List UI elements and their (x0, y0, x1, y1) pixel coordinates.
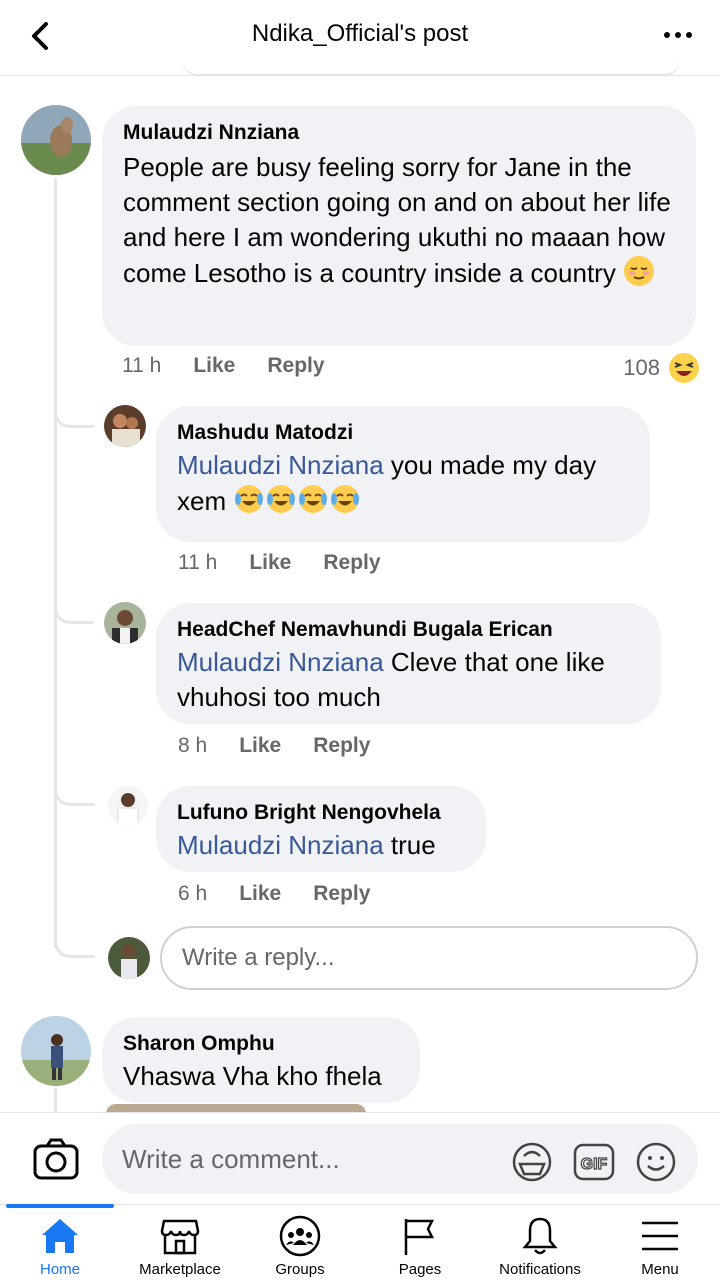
reply-button[interactable]: Reply (323, 551, 380, 575)
reaction-count-number: 108 (623, 355, 660, 380)
marketplace-icon (160, 1219, 200, 1255)
nav-label: Marketplace (139, 1261, 221, 1278)
comment-placeholder: Write a comment... (122, 1143, 340, 1174)
avatar[interactable] (21, 105, 91, 175)
more-options-icon[interactable] (658, 22, 698, 48)
comment-meta: 11 h Like Reply (122, 354, 325, 378)
avatar[interactable] (104, 405, 146, 447)
bell-icon (522, 1217, 558, 1255)
tears-of-joy-icon (331, 485, 360, 513)
like-button[interactable]: Like (249, 551, 291, 575)
thread-line (54, 178, 57, 948)
reply-author[interactable]: Lufuno Bright Nengovhela (177, 800, 465, 826)
comment-bubble[interactable]: Sharon Omphu Vhaswa Vha kho fhela (102, 1017, 420, 1103)
relieved-face-icon (624, 256, 655, 286)
bottom-navigation: Home Marketplace Groups Pages Notificati… (0, 1204, 720, 1280)
laughing-face-icon (669, 353, 699, 383)
comment-author[interactable]: Mulaudzi Nnziana (123, 120, 675, 146)
mention-link[interactable]: Mulaudzi Nnziana (177, 830, 384, 860)
home-icon (42, 1219, 78, 1253)
groups-icon (279, 1215, 321, 1257)
comment-composer: Write a comment... GIF (0, 1112, 720, 1204)
reply-button[interactable]: Reply (313, 734, 370, 758)
comment-text: Vhaswa Vha kho fhela (123, 1061, 382, 1091)
mention-link[interactable]: Mulaudzi Nnziana (177, 647, 384, 677)
reply-meta: 8 h Like Reply (178, 734, 370, 758)
reply-button[interactable]: Reply (267, 354, 324, 378)
comment-bubble[interactable]: Mulaudzi Nnziana People are busy feeling… (102, 106, 696, 346)
nav-menu[interactable]: Menu (600, 1205, 720, 1280)
thread-connector (54, 932, 94, 958)
previous-comment-edge (182, 60, 680, 76)
nav-label: Notifications (499, 1261, 581, 1278)
menu-icon (642, 1221, 678, 1251)
emoji-icon[interactable] (634, 1140, 678, 1184)
nav-notifications[interactable]: Notifications (480, 1205, 600, 1280)
reaction-count[interactable]: 108 (623, 352, 700, 384)
comment-time: 11 h (122, 354, 162, 377)
reply-author[interactable]: Mashudu Matodzi (177, 420, 629, 446)
comment-input[interactable]: Write a comment... GIF (102, 1124, 698, 1194)
comment-text: People are busy feeling sorry for Jane i… (123, 152, 671, 288)
reply-text: true (383, 830, 436, 860)
reply-time: 8 h (178, 734, 208, 757)
camera-icon[interactable] (32, 1137, 80, 1181)
like-button[interactable]: Like (193, 354, 235, 378)
user-avatar[interactable] (108, 937, 150, 979)
reply-time: 11 h (178, 551, 218, 574)
comment-author[interactable]: Sharon Omphu (123, 1031, 399, 1057)
like-button[interactable]: Like (239, 882, 281, 906)
svg-text:GIF: GIF (581, 1156, 608, 1173)
avatar[interactable] (108, 786, 148, 826)
mention-link[interactable]: Mulaudzi Nnziana (177, 450, 384, 480)
nav-pages[interactable]: Pages (360, 1205, 480, 1280)
nav-home[interactable]: Home (0, 1204, 120, 1280)
nav-label: Pages (398, 1261, 442, 1278)
thread-connector (54, 598, 94, 624)
reply-meta: 6 h Like Reply (178, 882, 370, 906)
reply-bubble[interactable]: Mashudu Matodzi Mulaudzi Nnziana you mad… (156, 406, 650, 542)
reply-placeholder: Write a reply... (182, 944, 335, 971)
reply-meta: 11 h Like Reply (178, 551, 381, 575)
nav-marketplace[interactable]: Marketplace (120, 1205, 240, 1280)
reply-input[interactable]: Write a reply... (160, 926, 698, 990)
nav-groups[interactable]: Groups (240, 1205, 360, 1280)
tears-of-joy-icon (299, 485, 328, 513)
reply-time: 6 h (178, 882, 208, 905)
tears-of-joy-icons (233, 485, 361, 516)
thread-connector (54, 780, 94, 806)
pages-icon (404, 1219, 435, 1255)
tears-of-joy-icon (267, 485, 296, 513)
like-button[interactable]: Like (239, 734, 281, 758)
tears-of-joy-icon (235, 485, 264, 513)
reply-button[interactable]: Reply (313, 882, 370, 906)
thread-connector (54, 402, 94, 428)
thread-line (54, 1088, 57, 1112)
reply-bubble[interactable]: Lufuno Bright Nengovhela Mulaudzi Nnzian… (156, 786, 486, 872)
avatar-sticker-icon[interactable] (510, 1140, 554, 1184)
active-tab-indicator (6, 1204, 114, 1208)
reply-author[interactable]: HeadChef Nemavhundi Bugala Erican (177, 617, 640, 643)
page-title: Ndika_Official's post (251, 20, 469, 47)
nav-label: Menu (641, 1261, 679, 1278)
nav-label: Home (39, 1261, 80, 1278)
gif-icon[interactable]: GIF (572, 1140, 616, 1184)
avatar[interactable] (21, 1016, 91, 1086)
reply-bubble[interactable]: HeadChef Nemavhundi Bugala Erican Mulaud… (156, 603, 661, 724)
avatar[interactable] (104, 602, 146, 644)
nav-label: Groups (275, 1261, 325, 1278)
